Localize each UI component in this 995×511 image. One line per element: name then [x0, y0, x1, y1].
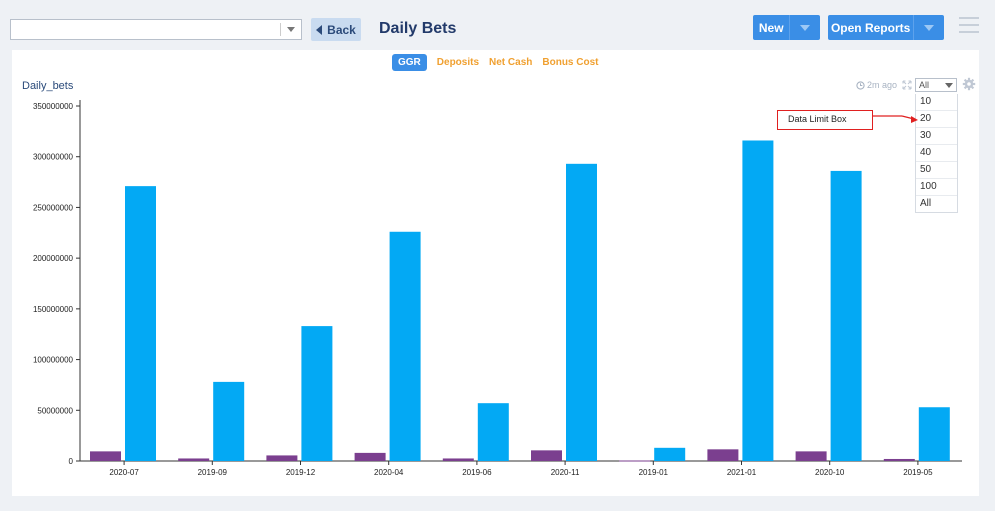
page-title: Daily Bets	[379, 20, 457, 37]
annotation-arrow	[872, 115, 918, 123]
panel-bottom	[12, 491, 979, 496]
back-button-label: Back	[327, 22, 356, 37]
bar-series-2	[742, 140, 774, 461]
open-reports-dropdown-toggle[interactable]	[913, 15, 944, 40]
hamburger-menu-icon[interactable]	[959, 17, 979, 33]
bar-series-1	[354, 452, 386, 461]
y-tick-label: 0	[69, 457, 74, 466]
select-divider	[280, 23, 281, 36]
bar-series-1	[531, 450, 562, 461]
bar-series-1	[90, 451, 121, 461]
y-tick-label: 50000000	[37, 406, 73, 415]
open-reports-button[interactable]: Open Reports	[828, 21, 913, 35]
x-tick-label: 2020-10	[815, 468, 845, 477]
bar-series-2	[125, 186, 156, 461]
y-tick-label: 150000000	[33, 305, 74, 314]
y-tick-label: 250000000	[33, 203, 74, 212]
y-tick-label: 100000000	[33, 356, 74, 365]
chevron-down-icon	[287, 27, 295, 32]
x-tick-label: 2020-07	[109, 468, 139, 477]
x-tick-label: 2019-12	[286, 468, 316, 477]
open-reports-button-group: Open Reports	[828, 15, 944, 40]
chart-panel: GGR Deposits Net Cash Bonus Cost Daily_b…	[12, 50, 979, 491]
bar-series-2	[918, 407, 950, 461]
y-tick-label: 300000000	[33, 153, 74, 162]
x-tick-label: 2019-06	[462, 468, 492, 477]
dashboard-select[interactable]	[10, 19, 302, 40]
x-tick-label: 2019-01	[639, 468, 669, 477]
new-button-group: New	[753, 15, 820, 40]
bar-series-2	[477, 403, 509, 461]
chevron-down-icon	[800, 24, 811, 31]
chevron-down-icon	[924, 24, 935, 31]
bar-series-2	[566, 163, 597, 462]
back-button[interactable]: Back	[311, 18, 361, 41]
y-tick-label: 350000000	[33, 102, 74, 111]
bar-series-1	[619, 460, 651, 462]
x-tick-label: 2020-11	[551, 468, 580, 477]
x-tick-label: 2020-04	[374, 468, 404, 477]
bar-series-2	[654, 447, 686, 461]
bar-series-1	[883, 458, 915, 461]
annotation-box: Data Limit Box	[777, 110, 873, 130]
y-tick-label: 200000000	[33, 254, 74, 263]
bar-series-1	[266, 455, 298, 461]
bar-series-1	[707, 449, 739, 461]
x-tick-label: 2021-01	[727, 468, 757, 477]
top-bar: Back Daily Bets New Open Reports	[0, 0, 995, 50]
back-arrow-icon	[316, 24, 323, 35]
bar-series-2	[389, 231, 421, 461]
bar-series-1	[442, 458, 474, 461]
x-tick-label: 2019-05	[903, 468, 933, 477]
new-dropdown-toggle[interactable]	[789, 15, 820, 40]
bar-series-2	[301, 326, 333, 461]
bar-series-2	[213, 381, 245, 461]
new-button[interactable]: New	[753, 21, 789, 35]
bar-series-1	[178, 458, 210, 461]
x-tick-label: 2019-09	[198, 468, 228, 477]
bar-series-2	[830, 170, 862, 461]
bar-series-1	[795, 451, 827, 461]
